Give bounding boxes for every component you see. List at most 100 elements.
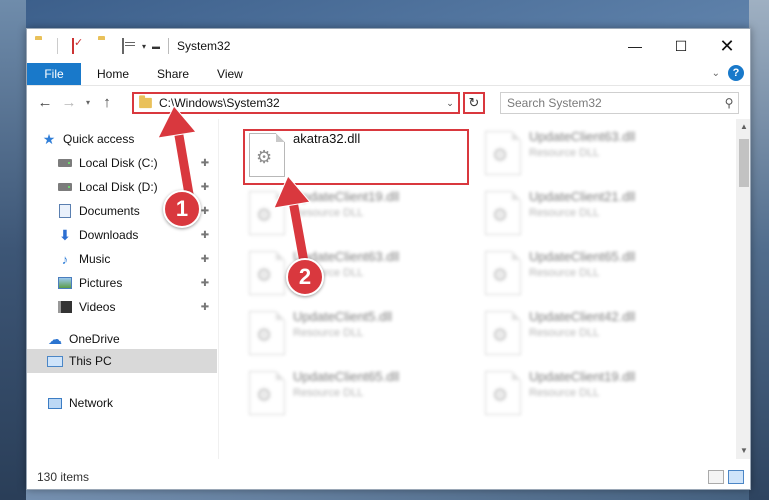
file-item[interactable]: ⚙ UpdateClient19.dll Resource DLL [479, 367, 709, 425]
back-arrow-icon[interactable]: ← [33, 94, 57, 111]
refresh-button[interactable]: ↻ [463, 92, 485, 114]
quick-access-dropdown-icon[interactable]: ▬ [152, 42, 160, 51]
expand-ribbon-chevron-icon[interactable]: ⌄ [712, 68, 720, 79]
dll-file-icon: ⚙ [485, 191, 521, 235]
up-arrow-icon[interactable]: ↑ [95, 94, 119, 111]
tab-share[interactable]: Share [143, 63, 203, 85]
pin-icon[interactable]: ✚ [199, 230, 211, 241]
title-divider [57, 38, 58, 54]
gear-icon: ⚙ [256, 385, 273, 405]
address-path[interactable]: C:\Windows\System32 [159, 96, 442, 110]
recent-locations-dropdown-icon[interactable]: ▾ [81, 98, 95, 107]
item-count: 130 items [37, 470, 90, 484]
tab-view[interactable]: View [203, 63, 257, 85]
file-name: UpdateClient19.dll [293, 189, 400, 204]
file-item[interactable]: ⚙ UpdateClient65.dll Resource DLL [243, 367, 473, 425]
videos-icon [57, 299, 73, 315]
nav-item-label: Pictures [79, 276, 123, 290]
file-item[interactable]: ⚙ UpdateClient63.dll Resource DLL [479, 127, 709, 185]
file-type: Resource DLL [293, 387, 364, 399]
address-bar[interactable]: C:\Windows\System32 ⌄ [132, 92, 460, 114]
properties-icon[interactable] [122, 38, 138, 54]
status-bar: 130 items [27, 465, 750, 489]
details-view-icon[interactable] [708, 470, 724, 484]
file-name: UpdateClient65.dll [529, 249, 636, 264]
file-item[interactable]: ⚙ UpdateClient42.dll Resource DLL [479, 307, 709, 365]
nav-local-disk-c[interactable]: Local Disk (C:) ✚ [57, 151, 217, 175]
ribbon-tabs: File Home Share View ⌄ ? [27, 63, 750, 85]
large-icons-view-icon[interactable] [728, 470, 744, 484]
computer-icon [47, 353, 63, 369]
nav-item-label: Local Disk (C:) [79, 156, 158, 170]
nav-videos[interactable]: Videos ✚ [57, 295, 217, 319]
dll-file-icon: ⚙ [485, 131, 521, 175]
window-title: System32 [177, 39, 231, 53]
pin-icon[interactable]: ✚ [199, 278, 211, 289]
dll-file-icon: ⚙ [249, 191, 285, 235]
file-item[interactable]: ⚙ UpdateClient63.dll Resource DLL [243, 247, 473, 305]
gear-icon: ⚙ [492, 385, 509, 405]
nav-downloads[interactable]: ⬇ Downloads ✚ [57, 223, 217, 247]
search-box[interactable]: ⚲ [500, 92, 739, 114]
nav-item-label: OneDrive [69, 332, 120, 346]
file-type: Resource DLL [529, 387, 600, 399]
callout-1: 1 [163, 190, 201, 228]
tab-file[interactable]: File [27, 63, 81, 85]
network-icon [47, 395, 63, 411]
gear-icon: ⚙ [492, 265, 509, 285]
title-bar: ▾ ▬ System32 — ☐ ✕ [27, 29, 750, 63]
minimize-button[interactable]: — [612, 29, 658, 63]
nav-onedrive[interactable]: ☁ OneDrive [47, 327, 217, 351]
file-item[interactable]: ⚙ UpdateClient5.dll Resource DLL [243, 307, 473, 365]
documents-icon [57, 203, 73, 219]
nav-item-label: Videos [79, 300, 116, 314]
pin-icon[interactable]: ✚ [199, 158, 211, 169]
new-folder-icon[interactable] [98, 39, 114, 53]
search-input[interactable] [501, 96, 720, 110]
file-item[interactable]: ⚙ UpdateClient65.dll Resource DLL [479, 247, 709, 305]
dll-file-icon: ⚙ [249, 311, 285, 355]
nav-item-label: Music [79, 252, 111, 266]
music-icon: ♪ [61, 251, 69, 267]
desktop-wallpaper-left [0, 0, 26, 500]
nav-item-label: This PC [69, 354, 112, 368]
customize-toolbar-chevron-icon[interactable]: ▾ [142, 42, 146, 51]
maximize-button[interactable]: ☐ [658, 29, 704, 63]
file-type: Resource DLL [293, 207, 364, 219]
scroll-down-arrow-icon[interactable]: ▼ [736, 443, 750, 459]
nav-quick-access[interactable]: ★ Quick access [41, 127, 231, 151]
view-switcher [708, 470, 744, 484]
nav-music[interactable]: ♪ Music ✚ [57, 247, 217, 271]
help-icon[interactable]: ? [728, 65, 744, 81]
address-row: ← → ▾ ↑ C:\Windows\System32 ⌄ ↻ ⚲ [27, 85, 750, 119]
gear-icon: ⚙ [492, 325, 509, 345]
file-type: Resource DLL [293, 327, 364, 339]
scroll-up-arrow-icon[interactable]: ▲ [736, 119, 750, 135]
nav-pictures[interactable]: Pictures ✚ [57, 271, 217, 295]
scroll-thumb[interactable] [739, 139, 749, 187]
nav-this-pc[interactable]: This PC [27, 349, 217, 373]
file-type: Resource DLL [529, 147, 600, 159]
nav-item-label: Network [69, 396, 114, 410]
dll-file-icon: ⚙ [485, 311, 521, 355]
tab-home[interactable]: Home [81, 63, 143, 85]
properties-check-icon[interactable] [72, 38, 88, 54]
close-button[interactable]: ✕ [704, 29, 750, 63]
file-item[interactable]: ⚙ UpdateClient19.dll Resource DLL [243, 187, 473, 245]
nav-network[interactable]: Network [47, 391, 217, 415]
explorer-body: ★ Quick access Local Disk (C:) ✚ Local D… [27, 119, 750, 459]
pin-icon[interactable]: ✚ [199, 254, 211, 265]
file-name: UpdateClient63.dll [529, 129, 636, 144]
nav-item-label: Downloads [79, 228, 139, 242]
gear-icon: ⚙ [492, 205, 509, 225]
pin-icon[interactable]: ✚ [199, 182, 211, 193]
address-dropdown-icon[interactable]: ⌄ [442, 98, 458, 109]
pictures-icon [57, 275, 73, 291]
nav-item-label: Quick access [63, 132, 135, 146]
file-item[interactable]: ⚙ UpdateClient21.dll Resource DLL [479, 187, 709, 245]
pin-icon[interactable]: ✚ [199, 302, 211, 313]
file-type: Resource DLL [529, 207, 600, 219]
search-icon[interactable]: ⚲ [720, 96, 738, 110]
vertical-scrollbar[interactable]: ▲ ▼ [736, 119, 750, 459]
forward-arrow-icon[interactable]: → [57, 94, 81, 111]
